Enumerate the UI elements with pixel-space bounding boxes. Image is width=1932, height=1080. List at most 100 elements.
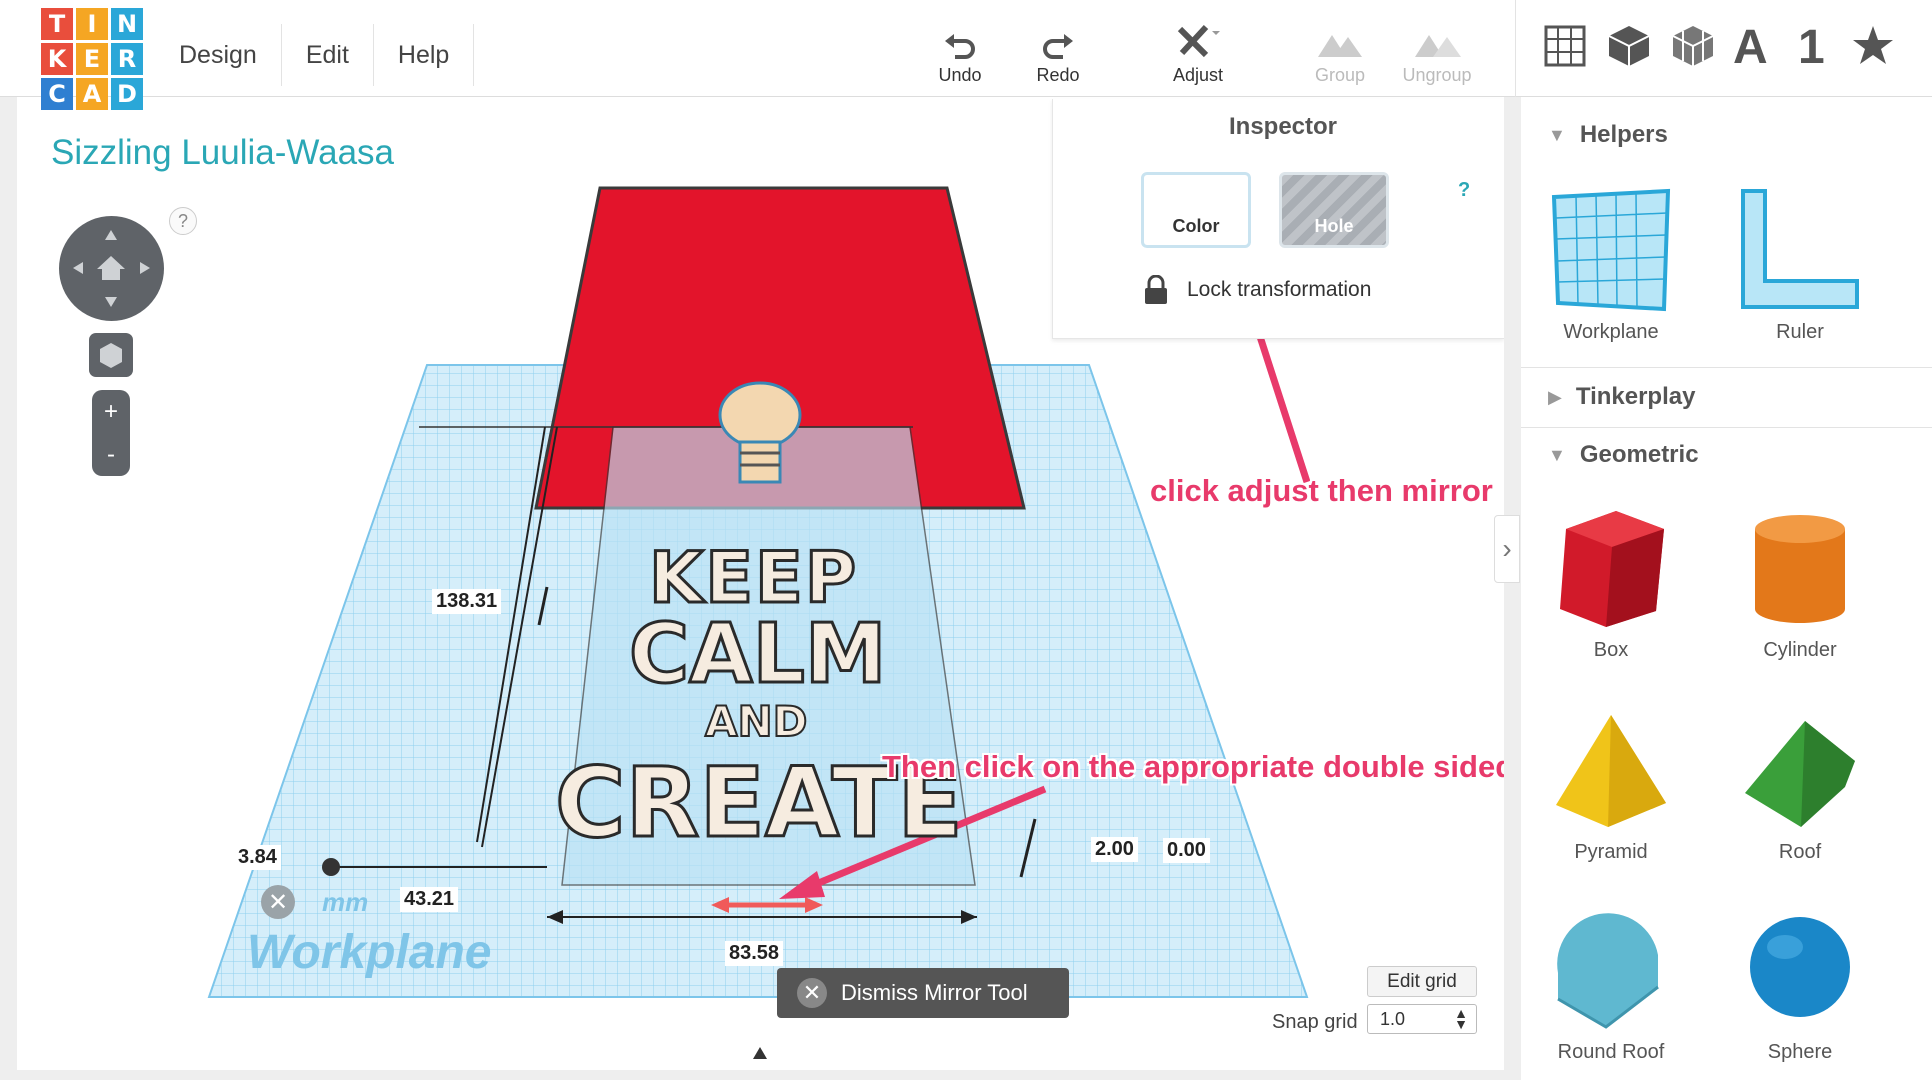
cylinder-shape-icon xyxy=(1755,515,1845,623)
group-button[interactable]: Group xyxy=(1290,16,1390,86)
round-roof-label: Round Roof xyxy=(1557,1041,1665,1063)
adjust-icon xyxy=(1177,24,1220,58)
shape-pyramid[interactable]: Pyramid xyxy=(1521,703,1701,864)
ungroup-icon xyxy=(1415,35,1461,57)
snap-grid-select[interactable]: 1.0 ▲ ▼ xyxy=(1367,1004,1477,1034)
geometric-section-header[interactable]: ▼ Geometric xyxy=(1548,441,1699,469)
inspector-title: Inspector xyxy=(1229,113,1338,140)
logo-letter-a: A xyxy=(76,78,108,110)
cylinder-label: Cylinder xyxy=(1763,639,1837,661)
geometric-title: Geometric xyxy=(1579,441,1699,468)
undo-button[interactable]: Undo xyxy=(910,16,1010,86)
shapes-sidebar: ▼ Helpers Workplane Ruler ▶ Tinkerplay ▼… xyxy=(1521,97,1932,1080)
units-label: mm xyxy=(322,887,369,917)
shape-roof[interactable]: Roof xyxy=(1710,703,1890,864)
snap-grid-value: 1.0 xyxy=(1380,1008,1406,1029)
hole-swatch-button[interactable]: Hole xyxy=(1279,172,1389,248)
x-offset-dimension[interactable]: 43.21 xyxy=(400,887,459,912)
star-icon[interactable] xyxy=(1851,24,1895,68)
snap-grid-label: Snap grid xyxy=(1272,1011,1358,1033)
dismiss-mirror-button[interactable]: ✕ Dismiss Mirror Tool xyxy=(777,968,1069,1018)
round-roof-shape-icon xyxy=(1557,913,1659,1029)
adjust-hint-annotation: click adjust then mirror xyxy=(1150,473,1493,508)
edit-grid-button[interactable]: Edit grid xyxy=(1367,966,1477,997)
close-icon: ✕ xyxy=(797,978,827,1008)
chevron-down-icon: ▼ xyxy=(1548,444,1566,465)
shape-sphere[interactable]: Sphere xyxy=(1710,903,1890,1064)
left-offset-dimension[interactable]: 3.84 xyxy=(234,845,281,870)
inspector-help-button[interactable]: ? xyxy=(1458,179,1470,202)
color-swatch-button[interactable]: Color xyxy=(1141,172,1251,248)
color-label: Color xyxy=(1172,216,1220,236)
menu-help[interactable]: Help xyxy=(374,24,475,86)
workplane-icon xyxy=(1551,188,1671,312)
ungroup-label: Ungroup xyxy=(1402,65,1472,85)
redo-icon xyxy=(1043,34,1073,59)
helpers-title: Helpers xyxy=(1579,121,1668,148)
ruler-icon xyxy=(1741,189,1859,309)
helpers-section-header[interactable]: ▼ Helpers xyxy=(1548,121,1668,149)
redo-label: Redo xyxy=(1036,65,1080,85)
ruler-label: Ruler xyxy=(1776,321,1824,343)
chevron-right-icon: ▶ xyxy=(1548,386,1562,407)
undo-label: Undo xyxy=(938,65,982,85)
helper-ruler[interactable]: Ruler xyxy=(1710,183,1890,344)
lock-transformation-toggle[interactable]: Lock transformation xyxy=(1143,275,1371,305)
dismiss-label: Dismiss Mirror Tool xyxy=(841,980,1028,1005)
helper-workplane[interactable]: Workplane xyxy=(1521,183,1701,344)
design-canvas[interactable]: Sizzling Luulia-Waasa ? + - KEEP CALM AN… xyxy=(17,97,1504,1070)
sidebar-collapse-tab[interactable]: › xyxy=(1494,515,1520,583)
box-view-icon[interactable] xyxy=(1607,24,1651,68)
pyramid-label: Pyramid xyxy=(1574,841,1648,863)
pyramid-shape-icon xyxy=(1556,715,1666,827)
main-menu: Design Edit Help xyxy=(155,0,475,97)
lock-icon xyxy=(1145,275,1167,304)
logo-letter-c: C xyxy=(41,78,73,110)
tinkercad-logo[interactable]: TIN KER CAD xyxy=(41,8,145,110)
width-dimension[interactable]: 83.58 xyxy=(725,941,784,966)
logo-letter-e: E xyxy=(76,43,108,75)
tinkerplay-title: Tinkerplay xyxy=(1575,383,1696,410)
tinkerplay-section-header[interactable]: ▶ Tinkerplay xyxy=(1548,383,1695,411)
menu-design[interactable]: Design xyxy=(155,24,282,86)
close-icon: ✕ xyxy=(267,888,289,916)
wire-box-icon[interactable] xyxy=(1671,24,1715,68)
roof-label: Roof xyxy=(1778,841,1822,863)
lock-label: Lock transformation xyxy=(1187,278,1372,301)
undo-icon xyxy=(945,34,975,59)
workplane-label: Workplane xyxy=(1563,321,1659,343)
stepper-arrows-icon: ▲ ▼ xyxy=(1454,1005,1468,1032)
logo-letter-r: R xyxy=(111,43,143,75)
logo-letter-k: K xyxy=(41,43,73,75)
group-icon xyxy=(1318,35,1362,57)
sign-text-calm[interactable]: CALM xyxy=(628,606,888,704)
sign-text-and[interactable]: AND xyxy=(704,696,809,747)
logo-letter-n: N xyxy=(111,8,143,40)
sphere-shape-icon xyxy=(1750,917,1850,1017)
height-dimension[interactable]: 138.31 xyxy=(432,589,502,614)
arrow-hint-annotation: Then click on the appropriate double sid… xyxy=(882,749,1504,784)
shape-round-roof[interactable]: Round Roof xyxy=(1521,903,1701,1064)
inspector-panel: Inspector Color Hole ? Lock transformati… xyxy=(1052,99,1504,339)
number-icon[interactable]: 1 xyxy=(1798,20,1825,75)
logo-letter-t: T xyxy=(41,8,73,40)
shape-cylinder[interactable]: Cylinder xyxy=(1710,501,1890,662)
z-value-dimension[interactable]: 0.00 xyxy=(1163,838,1210,863)
box-shape-icon xyxy=(1560,511,1664,627)
units-remove-button[interactable]: ✕ xyxy=(261,885,295,919)
shape-box[interactable]: Box xyxy=(1521,501,1701,662)
ungroup-button[interactable]: Ungroup xyxy=(1387,16,1487,86)
menu-edit[interactable]: Edit xyxy=(282,24,374,86)
group-label: Group xyxy=(1314,65,1366,85)
chevron-right-icon: › xyxy=(1502,533,1512,564)
view-icons: A 1 xyxy=(1515,0,1932,97)
logo-letter-d: D xyxy=(111,78,143,110)
chevron-down-icon: ▼ xyxy=(1548,124,1566,145)
adjust-button[interactable]: Adjust xyxy=(1148,16,1248,86)
box-label: Box xyxy=(1593,639,1629,661)
text-icon[interactable]: A xyxy=(1733,20,1768,75)
elevation-dimension[interactable]: 2.00 xyxy=(1091,837,1138,862)
redo-button[interactable]: Redo xyxy=(1008,16,1108,86)
grid-view-icon[interactable] xyxy=(1543,24,1587,68)
adjust-label: Adjust xyxy=(1172,65,1224,85)
